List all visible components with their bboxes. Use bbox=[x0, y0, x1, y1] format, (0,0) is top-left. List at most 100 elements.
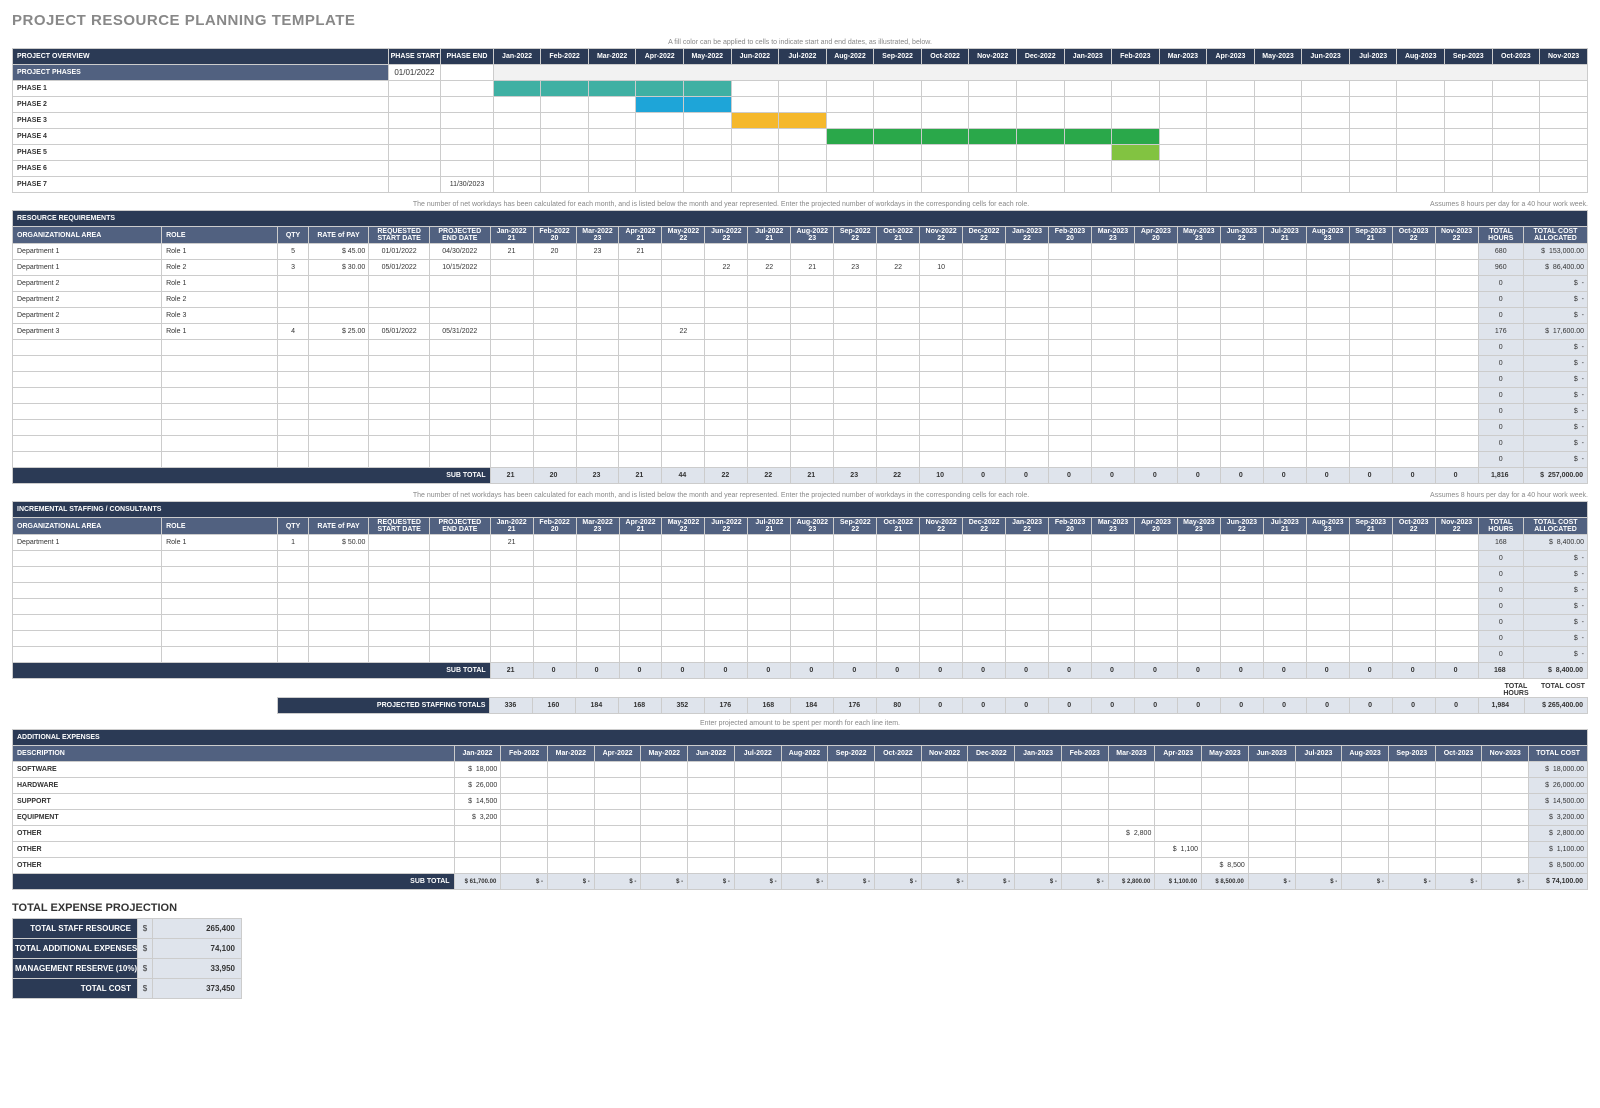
overview-table: PROJECT OVERVIEW PHASE START PHASE END J… bbox=[12, 48, 1588, 193]
month-workday-header: Aug-202223 bbox=[791, 518, 834, 535]
resource-row[interactable]: 0$ - bbox=[13, 551, 1588, 567]
month-workday-header: Jan-202221 bbox=[490, 227, 533, 244]
month-workday-header: Mar-202223 bbox=[576, 518, 619, 535]
month-header: Jun-2022 bbox=[731, 49, 779, 65]
resource-row[interactable]: 0$ - bbox=[13, 372, 1588, 388]
month-workday-header: Mar-202323 bbox=[1091, 227, 1134, 244]
month-header: Sep-2023 bbox=[1388, 746, 1435, 762]
resource-note: The number of net workdays has been calc… bbox=[12, 201, 1430, 208]
month-workday-header: Jul-202221 bbox=[748, 518, 791, 535]
month-header: Oct-2022 bbox=[921, 49, 969, 65]
month-workday-header: Apr-202320 bbox=[1134, 227, 1177, 244]
resource-row: Department 3Role 14$ 25.0005/01/202205/3… bbox=[13, 324, 1588, 340]
resource-row: Department 1Role 15$ 45.0001/01/202204/3… bbox=[13, 244, 1588, 260]
month-header: Mar-2022 bbox=[588, 49, 636, 65]
month-header: Aug-2023 bbox=[1397, 49, 1445, 65]
summary-row: MANAGEMENT RESERVE (10%)$33,950 bbox=[13, 959, 242, 979]
month-workday-header: Jun-202222 bbox=[705, 518, 748, 535]
month-header: Oct-2022 bbox=[875, 746, 922, 762]
resource-row[interactable]: 0$ - bbox=[13, 436, 1588, 452]
month-header: May-2022 bbox=[641, 746, 688, 762]
month-header: Oct-2023 bbox=[1435, 746, 1482, 762]
resource-row: Department 2Role 10$ - bbox=[13, 276, 1588, 292]
month-header: Dec-2022 bbox=[1016, 49, 1064, 65]
month-header: Jan-2022 bbox=[493, 49, 541, 65]
month-header: Dec-2022 bbox=[968, 746, 1015, 762]
month-header: Feb-2022 bbox=[541, 49, 589, 65]
overview-note: A fill color can be applied to cells to … bbox=[12, 39, 1588, 46]
month-header: Jan-2022 bbox=[454, 746, 501, 762]
phase-row: PHASE 1 bbox=[13, 81, 1588, 97]
summary-row: TOTAL COST$373,450 bbox=[13, 979, 242, 999]
month-workday-header: Aug-202223 bbox=[791, 227, 834, 244]
month-workday-header: Nov-202222 bbox=[920, 518, 963, 535]
resource-row[interactable]: 0$ - bbox=[13, 647, 1588, 663]
month-workday-header: Jan-202221 bbox=[490, 518, 533, 535]
month-header: Jun-2022 bbox=[688, 746, 735, 762]
incremental-header: INCREMENTAL STAFFING / CONSULTANTS bbox=[13, 502, 1588, 518]
expenses-note: Enter projected amount to be spent per m… bbox=[12, 720, 1588, 727]
month-header: Feb-2023 bbox=[1112, 49, 1160, 65]
month-header: Apr-2022 bbox=[636, 49, 684, 65]
month-workday-header: Nov-202322 bbox=[1435, 518, 1478, 535]
month-workday-header: Jul-202321 bbox=[1263, 518, 1306, 535]
month-header: Aug-2023 bbox=[1342, 746, 1389, 762]
resource-row: Department 1Role 11$ 50.0021168$ 8,400.0… bbox=[13, 535, 1588, 551]
resource-row: Department 2Role 20$ - bbox=[13, 292, 1588, 308]
month-header: Apr-2022 bbox=[594, 746, 641, 762]
month-header: May-2022 bbox=[684, 49, 732, 65]
month-header: Aug-2022 bbox=[781, 746, 828, 762]
expense-row: EQUIPMENT$ 3,200$ 3,200.00 bbox=[13, 810, 1588, 826]
month-workday-header: Nov-202222 bbox=[920, 227, 963, 244]
project-phases-row: PROJECT PHASES 01/01/2022 bbox=[13, 65, 1588, 81]
incremental-table: INCREMENTAL STAFFING / CONSULTANTS ORGAN… bbox=[12, 501, 1588, 679]
month-header: Oct-2023 bbox=[1492, 49, 1540, 65]
phases-start[interactable]: 01/01/2022 bbox=[388, 65, 441, 81]
resource-note-right: Assumes 8 hours per day for a 40 hour wo… bbox=[1430, 201, 1588, 208]
overview-header-row: PROJECT OVERVIEW PHASE START PHASE END J… bbox=[13, 49, 1588, 65]
resource-row[interactable]: 0$ - bbox=[13, 615, 1588, 631]
month-workday-header: Jul-202221 bbox=[748, 227, 791, 244]
resource-row[interactable]: 0$ - bbox=[13, 420, 1588, 436]
month-workday-header: Sep-202321 bbox=[1349, 518, 1392, 535]
resource-row[interactable]: 0$ - bbox=[13, 404, 1588, 420]
phase-row: PHASE 4 bbox=[13, 129, 1588, 145]
month-header: Jan-2023 bbox=[1015, 746, 1062, 762]
resource-row[interactable]: 0$ - bbox=[13, 599, 1588, 615]
resource-row[interactable]: 0$ - bbox=[13, 356, 1588, 372]
expenses-table: ADDITIONAL EXPENSES DESCRIPTION Jan-2022… bbox=[12, 729, 1588, 890]
month-workday-header: Aug-202323 bbox=[1306, 518, 1349, 535]
month-header: Sep-2023 bbox=[1445, 49, 1493, 65]
phase-row: PHASE 711/30/2023 bbox=[13, 177, 1588, 193]
resource-row: Department 1Role 23$ 30.0005/01/202210/1… bbox=[13, 260, 1588, 276]
month-workday-header: Mar-202223 bbox=[576, 227, 619, 244]
month-workday-header: Sep-202321 bbox=[1349, 227, 1392, 244]
phase-row: PHASE 6 bbox=[13, 161, 1588, 177]
resources-cols: ORGANIZATIONAL AREA ROLE QTY RATE of PAY… bbox=[13, 227, 1588, 244]
month-header: Nov-2023 bbox=[1482, 746, 1529, 762]
month-header: Jun-2023 bbox=[1248, 746, 1295, 762]
subtotal-row: SUB TOTAL210000000000000000000000168$ 8,… bbox=[13, 663, 1588, 679]
expense-row: OTHER$ 2,800$ 2,800.00 bbox=[13, 826, 1588, 842]
resource-row: Department 2Role 30$ - bbox=[13, 308, 1588, 324]
incremental-note: The number of net workdays has been calc… bbox=[12, 492, 1430, 499]
expense-row: OTHER$ 8,500$ 8,500.00 bbox=[13, 858, 1588, 874]
month-workday-header: May-202323 bbox=[1177, 227, 1220, 244]
month-workday-header: Apr-202221 bbox=[619, 518, 662, 535]
resource-row[interactable]: 0$ - bbox=[13, 583, 1588, 599]
resource-row[interactable]: 0$ - bbox=[13, 631, 1588, 647]
resource-row[interactable]: 0$ - bbox=[13, 567, 1588, 583]
resource-row[interactable]: 0$ - bbox=[13, 388, 1588, 404]
page-title: PROJECT RESOURCE PLANNING TEMPLATE bbox=[12, 12, 1588, 29]
resource-row[interactable]: 0$ - bbox=[13, 452, 1588, 468]
month-workday-header: Feb-202220 bbox=[533, 227, 576, 244]
phase-row: PHASE 2 bbox=[13, 97, 1588, 113]
expense-row: SOFTWARE$ 18,000$ 18,000.00 bbox=[13, 762, 1588, 778]
month-workday-header: May-202323 bbox=[1177, 518, 1220, 535]
month-workday-header: Oct-202322 bbox=[1392, 227, 1435, 244]
month-workday-header: Oct-202221 bbox=[877, 518, 920, 535]
phase-row: PHASE 3 bbox=[13, 113, 1588, 129]
summary-title: TOTAL EXPENSE PROJECTION bbox=[12, 902, 1588, 914]
resource-row[interactable]: 0$ - bbox=[13, 340, 1588, 356]
month-workday-header: May-202222 bbox=[662, 227, 705, 244]
